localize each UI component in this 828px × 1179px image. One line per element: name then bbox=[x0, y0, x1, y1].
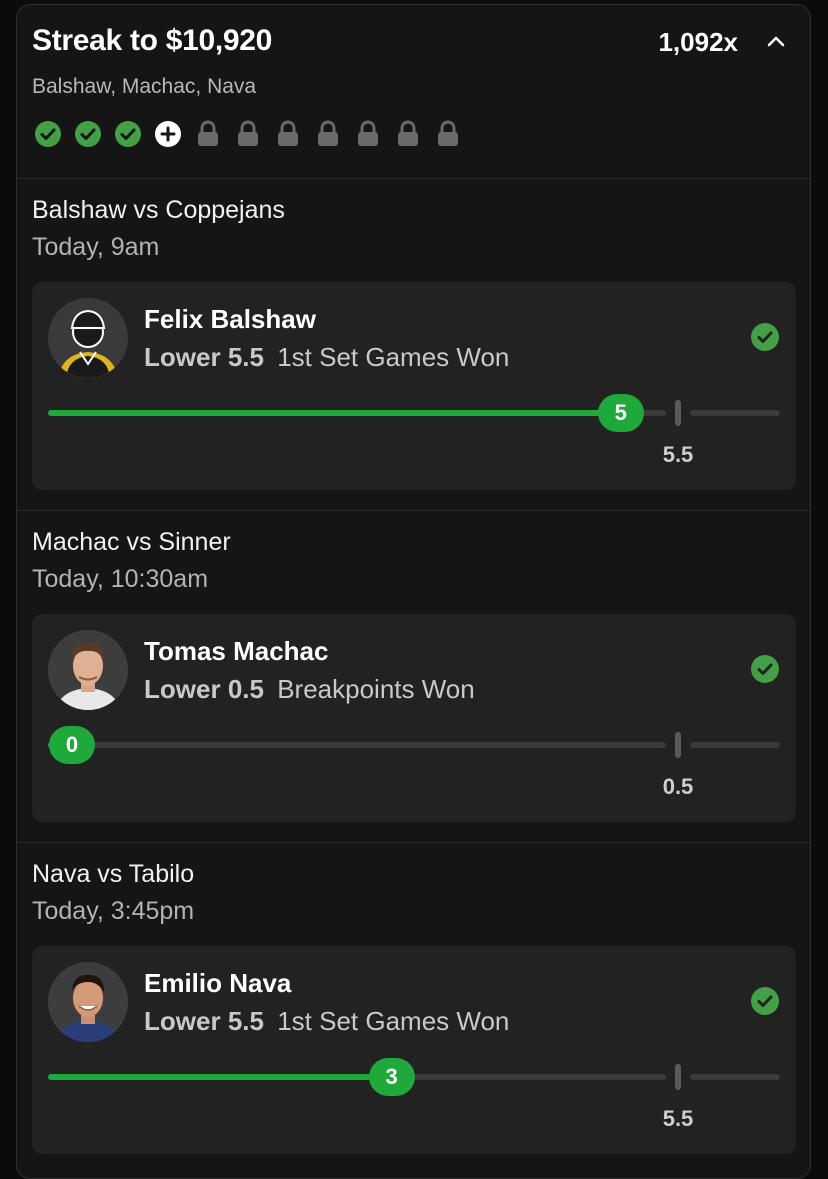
lock-icon bbox=[354, 120, 382, 148]
avatar bbox=[48, 630, 128, 710]
header-divider bbox=[17, 178, 810, 179]
prediction-card[interactable]: Felix Balshaw Lower 5.5 1st Set Games Wo… bbox=[32, 282, 796, 490]
progress-track-over bbox=[690, 742, 780, 748]
check-circle-icon bbox=[750, 322, 780, 352]
stat-name: 1st Set Games Won bbox=[277, 1006, 510, 1036]
streak-players: Balshaw, Machac, Nava bbox=[32, 75, 257, 98]
pick-line-value: 0.5 bbox=[227, 674, 264, 704]
line-label: 5.5 bbox=[662, 442, 694, 467]
multiplier-value: 1,092x bbox=[658, 27, 738, 57]
check-circle-icon bbox=[34, 120, 62, 148]
progress-track bbox=[48, 742, 666, 748]
progress-fill bbox=[48, 1074, 392, 1080]
line-label: 5.5 bbox=[662, 1106, 694, 1131]
match-time: Today, 3:45pm bbox=[32, 897, 195, 925]
prediction-card[interactable]: Emilio Nava Lower 5.5 1st Set Games Won … bbox=[32, 946, 796, 1154]
pick-line: Lower 5.5 1st Set Games Won bbox=[144, 342, 509, 373]
match-time: Today, 9am bbox=[32, 233, 160, 261]
line-marker bbox=[675, 400, 681, 426]
pick-line-value: 5.5 bbox=[227, 1006, 264, 1036]
progress-track-over bbox=[690, 1074, 780, 1080]
stat-name: 1st Set Games Won bbox=[277, 342, 510, 372]
match-divider bbox=[17, 510, 810, 511]
progress-track-over bbox=[690, 410, 780, 416]
match-title: Balshaw vs Coppejans bbox=[32, 196, 285, 224]
match-divider bbox=[17, 842, 810, 843]
match-time: Today, 10:30am bbox=[32, 565, 209, 593]
check-circle-icon bbox=[750, 986, 780, 1016]
result-pill: 0 bbox=[49, 726, 95, 764]
lock-icon bbox=[194, 120, 222, 148]
pick-line: Lower 0.5 Breakpoints Won bbox=[144, 674, 475, 705]
match-title: Machac vs Sinner bbox=[32, 528, 231, 556]
check-circle-icon bbox=[750, 654, 780, 684]
streak-title: Streak to $10,920 bbox=[32, 24, 273, 57]
line-label: 0.5 bbox=[662, 774, 694, 799]
check-circle-icon bbox=[74, 120, 102, 148]
pick-line: Lower 5.5 1st Set Games Won bbox=[144, 1006, 509, 1037]
result-pill: 3 bbox=[368, 1058, 415, 1096]
lock-icon bbox=[394, 120, 422, 148]
progress-fill bbox=[48, 410, 621, 416]
lock-icon bbox=[314, 120, 342, 148]
prediction-card[interactable]: Tomas Machac Lower 0.5 Breakpoints Won 0… bbox=[32, 614, 796, 822]
avatar bbox=[48, 962, 128, 1042]
player-name: Emilio Nava bbox=[144, 968, 292, 998]
plus-circle-icon[interactable] bbox=[154, 120, 182, 148]
pick-direction: Lower bbox=[144, 1006, 221, 1036]
player-name: Felix Balshaw bbox=[144, 304, 316, 334]
pick-direction: Lower bbox=[144, 674, 221, 704]
line-marker bbox=[675, 1064, 681, 1090]
lock-icon bbox=[434, 120, 462, 148]
line-marker bbox=[675, 732, 681, 758]
stat-name: Breakpoints Won bbox=[277, 674, 475, 704]
check-circle-icon bbox=[114, 120, 142, 148]
pick-line-value: 5.5 bbox=[227, 342, 264, 372]
streak-progress bbox=[34, 120, 462, 148]
lock-icon bbox=[274, 120, 302, 148]
avatar bbox=[48, 298, 128, 378]
player-name: Tomas Machac bbox=[144, 636, 329, 666]
chevron-up-icon[interactable] bbox=[764, 30, 788, 54]
lock-icon bbox=[234, 120, 262, 148]
pick-direction: Lower bbox=[144, 342, 221, 372]
match-title: Nava vs Tabilo bbox=[32, 860, 195, 888]
result-pill: 5 bbox=[597, 394, 644, 432]
